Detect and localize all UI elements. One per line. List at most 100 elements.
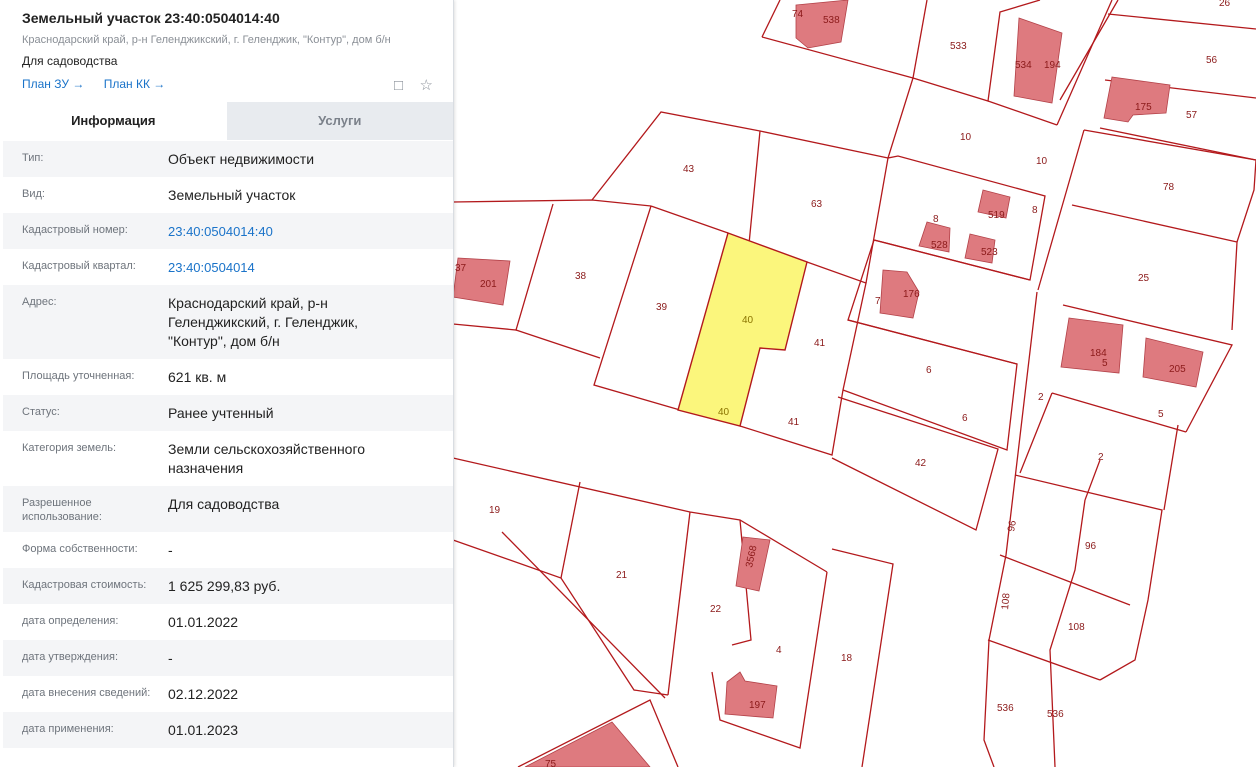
info-row-label: Тип: (22, 152, 44, 164)
info-row-link[interactable]: 23:40:0504014:40 (168, 222, 453, 241)
map-label: 8 (933, 214, 939, 225)
map-label: 21 (616, 570, 628, 581)
info-row-value: Земли сельскохозяйственного назначения (168, 441, 366, 476)
plan-zu-link[interactable]: План ЗУ → (22, 77, 84, 91)
info-row-label: Площадь уточненная: (22, 370, 135, 382)
map-label: 10 (960, 132, 972, 143)
info-row: дата утверждения: - (3, 640, 453, 676)
map-label: 26 (1219, 0, 1231, 9)
parcel-address: Краснодарский край, р-н Геленджикский, г… (22, 34, 391, 46)
map-label: 528 (931, 240, 948, 251)
map-label: 7 (875, 296, 881, 307)
map-label: 536 (1047, 709, 1064, 720)
info-row: Адрес: Краснодарский край, р-н Геленджикс… (3, 285, 453, 359)
info-row: Вид: Земельный участок (3, 177, 453, 213)
map-label: 75 (545, 759, 557, 767)
map-label: 41 (814, 338, 826, 349)
map-label: 41 (788, 417, 800, 428)
search-document-icon[interactable]: □ (394, 77, 403, 94)
map-label: 175 (1135, 102, 1152, 113)
map-label: 176 (903, 289, 920, 300)
info-row-label: Кадастровый квартал: (22, 260, 136, 272)
panel-header: Земельный участок 23:40:0504014:40 Красн… (0, 0, 453, 95)
info-row-value: 1 625 299,83 руб. (168, 578, 281, 594)
map-label: 2 (1038, 392, 1044, 403)
map-label: 96 (1006, 519, 1019, 532)
map-label: 42 (915, 458, 927, 469)
map-label: 38 (575, 271, 587, 282)
info-row-value: Для садоводства (168, 496, 280, 512)
info-row-value: - (168, 542, 173, 558)
map-label: 523 (981, 247, 998, 258)
info-row-label: Кадастровый номер: (22, 224, 128, 236)
selected-parcel-40 (677, 232, 808, 427)
map-label: 533 (950, 41, 967, 52)
info-row: Кадастровый квартал: 23:40:0504014 (3, 249, 453, 285)
info-row-label: Разрешенное использование: (22, 497, 102, 523)
map-label: 6 (962, 413, 968, 424)
map-label: 108 (1000, 592, 1012, 610)
map-label: 5 (1102, 358, 1108, 369)
info-row-label: Вид: (22, 188, 45, 200)
header-actions: □ ☆ (382, 76, 433, 95)
info-row: Кадастровая стоимость: 1 625 299,83 руб. (3, 568, 453, 604)
parcel-title: Земельный участок 23:40:0504014:40 (22, 10, 280, 26)
map-label: 78 (1163, 182, 1175, 193)
map-label: 40 (742, 315, 754, 326)
map-label: 40 (718, 407, 730, 418)
info-row-value: 621 кв. м (168, 369, 227, 385)
tab-info[interactable]: Информация (0, 102, 227, 140)
map-label: 536 (997, 703, 1014, 714)
map-label: 43 (683, 164, 695, 175)
info-row: Разрешенное использование: Для садоводств… (3, 486, 453, 532)
map-label: 37 (455, 263, 467, 274)
map-label: 538 (823, 15, 840, 26)
map-label: 56 (1206, 55, 1218, 66)
map-label: 6 (926, 365, 932, 376)
info-row-link[interactable]: 23:40:0504014 (168, 258, 453, 277)
info-row: Кадастровый номер: 23:40:0504014:40 (3, 213, 453, 249)
info-row-value: Ранее учтенный (168, 405, 274, 421)
info-row-label: дата применения: (22, 723, 114, 735)
map-label: 96 (1085, 541, 1097, 552)
info-row-value: 02.12.2022 (168, 686, 239, 702)
info-row-label: Форма собственности: (22, 543, 138, 555)
map-label: 205 (1169, 364, 1186, 375)
info-row: дата применения: 01.01.2023 (3, 712, 453, 748)
parcel-use: Для садоводства (22, 54, 118, 68)
info-row-label: дата внесения сведений: (22, 687, 151, 699)
info-row-value: Земельный участок (168, 187, 296, 203)
info-row: Форма собственности: - (3, 532, 453, 568)
map-label: 74 (792, 9, 804, 20)
map-label: 519 (988, 210, 1005, 221)
info-row-label: дата утверждения: (22, 651, 119, 663)
info-row: Тип: Объект недвижимости (3, 141, 453, 177)
info-row: дата определения: 01.01.2022 (3, 604, 453, 640)
star-icon[interactable]: ☆ (420, 76, 433, 94)
plan-kk-link[interactable]: План КК → (104, 77, 166, 91)
map-label: 197 (749, 700, 766, 711)
info-row: Категория земель: Земли сельскохозяйствен… (3, 431, 453, 486)
info-row-label: дата определения: (22, 615, 119, 627)
map-label: 10 (1036, 156, 1048, 167)
info-row-value: 01.01.2023 (168, 722, 239, 738)
tab-services[interactable]: Услуги (226, 102, 453, 140)
map-label: 194 (1044, 60, 1061, 71)
info-row-label: Категория земель: (22, 442, 117, 454)
info-row-value: Объект недвижимости (168, 151, 315, 167)
map-label: 25 (1138, 273, 1150, 284)
map-label: 201 (480, 279, 497, 290)
map-label: 8 (1032, 205, 1038, 216)
map-label: 19 (489, 505, 501, 516)
info-row-value: Краснодарский край, р-н Геленджикский, г… (168, 295, 359, 349)
map-label: 2 (1098, 452, 1104, 463)
info-row-label: Адрес: (22, 296, 57, 308)
map-label: 18 (841, 653, 853, 664)
info-row: Статус: Ранее учтенный (3, 395, 453, 431)
map-label: 4 (776, 645, 782, 656)
map-label: 39 (656, 302, 668, 313)
map-label: 63 (811, 199, 823, 210)
info-row-value: - (168, 650, 173, 666)
map-label: 22 (710, 604, 722, 615)
plan-links: План ЗУ → План КК → (22, 77, 431, 91)
